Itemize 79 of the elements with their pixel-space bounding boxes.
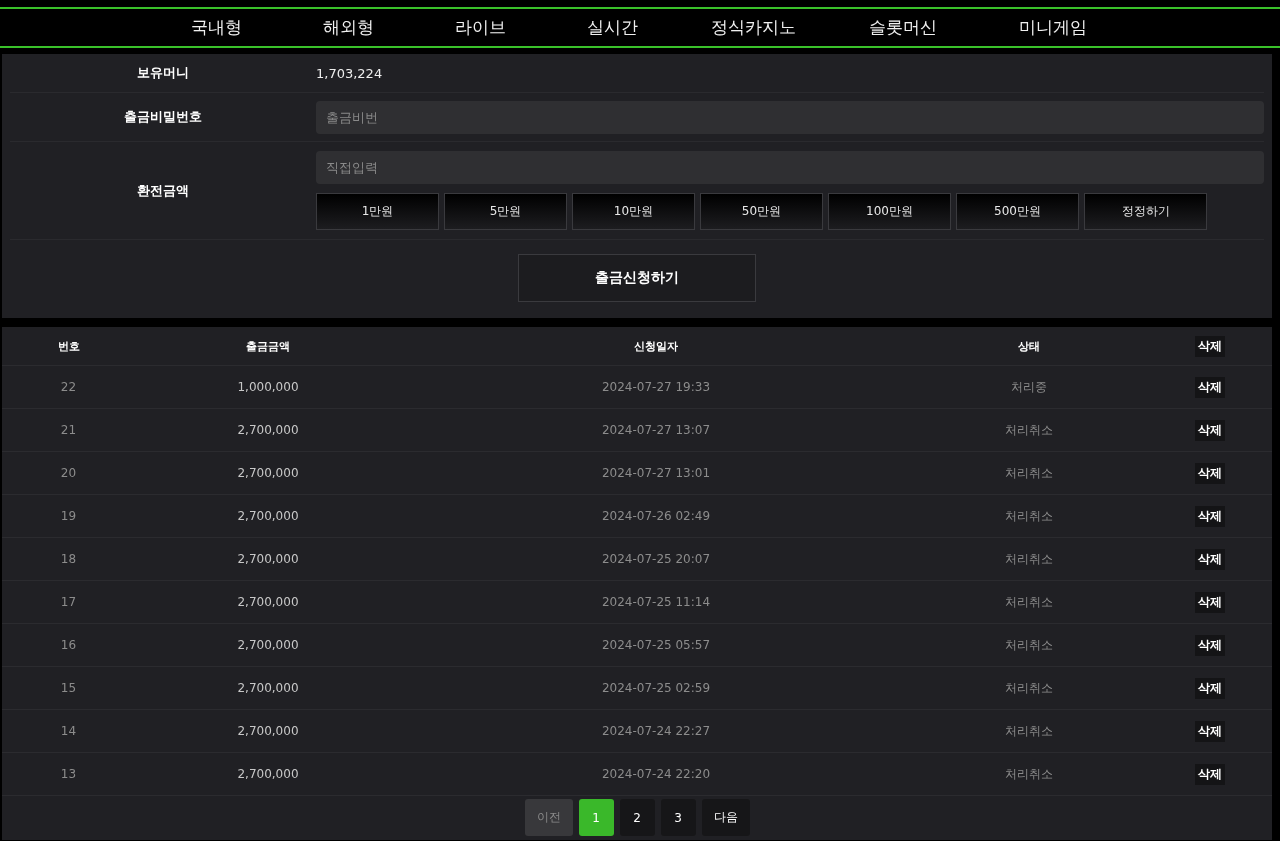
nav-link[interactable]: 미니게임 [978,16,1128,39]
table-cell-text: 20 [59,466,78,480]
page-button[interactable]: 3 [660,799,696,836]
page-button[interactable]: 다음 [701,799,750,836]
amount-button[interactable]: 정정하기 [1084,193,1207,230]
table-cell-text: 2,700,000 [236,681,300,695]
column-header: 출금금액 [245,338,291,354]
table-cell-text: 13 [59,767,78,781]
column-header: 번호 [56,338,81,354]
table-cell-text: 2024-07-25 05:57 [600,638,712,652]
delete-button[interactable]: 삭제 [1194,335,1225,357]
field-label: 보유머니 [136,64,190,82]
table-cell-text: 2024-07-25 02:59 [600,681,712,695]
table-cell-text: 2,700,000 [236,552,300,566]
delete-button[interactable]: 삭제 [1194,505,1225,527]
page-button[interactable]: 2 [619,799,655,836]
table-cell-text: 처리중 [1010,378,1048,396]
table-cell-text: 처리취소 [1004,722,1054,740]
delete-button[interactable]: 삭제 [1194,591,1225,613]
table-cell-text: 2024-07-24 22:20 [600,767,712,781]
table-cell-text: 17 [59,595,78,609]
field-label: 출금비밀번호 [123,108,203,126]
column-header: 상태 [1017,338,1041,354]
table-cell-text: 2024-07-26 02:49 [600,509,712,523]
delete-button[interactable]: 삭제 [1194,376,1225,398]
table-cell-text: 2024-07-27 13:07 [600,423,712,437]
table-cell-text: 처리취소 [1004,507,1054,525]
table-cell-text: 처리취소 [1004,765,1054,783]
table-cell-text: 15 [59,681,78,695]
table-cell-text: 처리취소 [1004,550,1054,568]
amount-button[interactable]: 1만원 [316,193,439,230]
password-field[interactable]: 출금비번 [316,100,1264,134]
delete-button[interactable]: 삭제 [1194,677,1225,699]
table-cell-text: 19 [59,509,78,523]
field-label: 환전금액 [136,181,190,200]
table-cell-text: 2,700,000 [236,595,300,609]
table-cell-text: 처리취소 [1004,421,1054,439]
table-cell-text: 14 [59,724,78,738]
table-cell-text: 2,700,000 [236,423,300,437]
delete-button[interactable]: 삭제 [1194,462,1225,484]
nav-link[interactable]: 국내형 [150,16,282,39]
table-cell-text: 18 [59,552,78,566]
nav-link[interactable]: 해외형 [282,16,414,39]
table-cell-text: 2024-07-24 22:27 [600,724,712,738]
table-cell-text: 2,700,000 [236,767,300,781]
table-cell-text: 2024-07-27 13:01 [600,466,712,480]
nav-link[interactable]: 정식카지노 [678,16,828,39]
delete-button[interactable]: 삭제 [1194,419,1225,441]
amount-button[interactable]: 100만원 [828,193,951,230]
nav-link[interactable]: 슬롯머신 [828,16,978,39]
nav-link[interactable]: 실시간 [546,16,678,39]
amount-button[interactable]: 50만원 [700,193,823,230]
table-cell-text: 16 [59,638,78,652]
table-cell-text: 2024-07-25 20:07 [600,552,712,566]
delete-button[interactable]: 삭제 [1194,548,1225,570]
table-cell-text: 2024-07-27 19:33 [600,380,712,394]
table-cell-text: 처리취소 [1004,593,1054,611]
table-cell-text: 2,700,000 [236,638,300,652]
table-cell-text: 21 [59,423,78,437]
table-cell-text: 처리취소 [1004,679,1054,697]
amount-button[interactable]: 5만원 [444,193,567,230]
table-cell-text: 2,700,000 [236,466,300,480]
table-cell-text: 2,700,000 [236,724,300,738]
table-cell-text: 1,000,000 [236,380,300,394]
amount-button[interactable]: 500만원 [956,193,1079,230]
delete-button[interactable]: 삭제 [1194,763,1225,785]
table-cell-text: 2,700,000 [236,509,300,523]
table-cell-text: 2024-07-25 11:14 [600,595,712,609]
amount-button[interactable]: 10만원 [572,193,695,230]
balance-value: 1,703,224 [316,65,384,81]
delete-button[interactable]: 삭제 [1194,720,1225,742]
amount-field[interactable]: 직접입력 [316,151,1264,184]
delete-button[interactable]: 삭제 [1194,634,1225,656]
submit-withdrawal-button[interactable]: 출금신청하기 [518,254,756,302]
table-cell-text: 처리취소 [1004,636,1054,654]
column-header: 신청일자 [633,338,679,354]
table-cell-text: 22 [59,380,78,394]
nav-link[interactable]: 라이브 [414,16,546,39]
table-cell-text: 처리취소 [1004,464,1054,482]
